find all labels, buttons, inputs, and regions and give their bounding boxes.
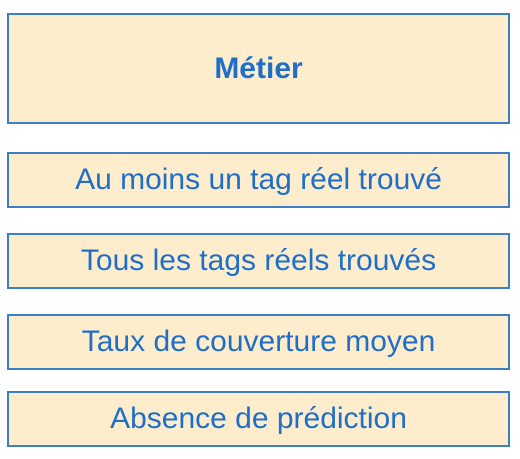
metric-label: Taux de couverture moyen	[81, 325, 436, 358]
metric-box-at-least-one-tag: Au moins un tag réel trouvé	[7, 152, 510, 208]
metric-label: Absence de prédiction	[110, 402, 407, 435]
metric-label: Au moins un tag réel trouvé	[75, 163, 442, 196]
header-box: Métier	[7, 13, 510, 124]
metric-box-all-tags: Tous les tags réels trouvés	[7, 233, 510, 289]
metric-label: Tous les tags réels trouvés	[80, 244, 437, 277]
header-title: Métier	[214, 51, 303, 85]
metric-box-coverage-rate: Taux de couverture moyen	[7, 314, 510, 370]
metric-box-no-prediction: Absence de prédiction	[7, 391, 510, 447]
